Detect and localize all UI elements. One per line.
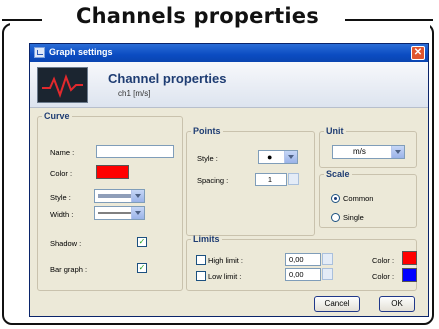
dialog-header: Channel properties ch1 [m/s]: [30, 62, 428, 108]
scale-common-label: Common: [343, 194, 374, 203]
graph-settings-icon: [34, 47, 45, 58]
high-limit-color-swatch[interactable]: [402, 251, 417, 265]
curve-legend: Curve: [44, 111, 70, 121]
scale-single-label: Single: [343, 213, 364, 222]
chevron-down-icon[interactable]: [131, 190, 144, 202]
high-limit-checkbox[interactable]: [196, 255, 206, 265]
high-limit-label: High limit :: [208, 256, 244, 265]
low-limit-color-swatch[interactable]: [402, 268, 417, 282]
shadow-checkbox[interactable]: ✓: [137, 237, 147, 247]
scale-common-radio[interactable]: [331, 194, 340, 203]
high-limit-input[interactable]: 0,00: [285, 253, 321, 266]
low-limit-color-label: Color :: [372, 272, 395, 281]
waveform-icon: [37, 67, 88, 103]
check-icon: ✓: [138, 263, 146, 272]
line-style-select[interactable]: [94, 189, 145, 203]
banner-title: Channels properties: [76, 4, 319, 28]
point-style-value: ●: [267, 152, 273, 162]
point-style-label: Style :: [197, 154, 218, 163]
ok-button[interactable]: OK: [379, 296, 415, 312]
name-label: Name :: [50, 148, 75, 157]
title-bar[interactable]: Graph settings ✕: [30, 44, 428, 62]
bar-graph-checkbox[interactable]: ✓: [137, 263, 147, 273]
unit-value: m/s: [353, 147, 366, 156]
style-label: Style :: [50, 193, 71, 202]
low-limit-input[interactable]: 0,00: [285, 268, 321, 281]
low-limit-checkbox[interactable]: [196, 271, 206, 281]
bar-graph-label: Bar graph :: [50, 265, 88, 274]
spacing-label: Spacing :: [197, 176, 229, 185]
width-label: Width :: [50, 210, 74, 219]
graph-settings-dialog: Graph settings ✕ Channel properties ch1 …: [29, 43, 429, 317]
limits-legend: Limits: [193, 234, 220, 244]
point-style-select[interactable]: ●: [258, 150, 298, 164]
low-limit-spinner[interactable]: [322, 268, 333, 280]
close-icon: ✕: [413, 47, 423, 58]
close-button[interactable]: ✕: [411, 46, 425, 60]
unit-legend: Unit: [326, 126, 344, 136]
cancel-button[interactable]: Cancel: [314, 296, 360, 312]
banner-line-right: [345, 19, 433, 21]
spacing-input[interactable]: 1: [255, 173, 287, 186]
curve-color-swatch[interactable]: [96, 165, 129, 179]
high-limit-spinner[interactable]: [322, 253, 333, 265]
line-width-select[interactable]: [94, 206, 145, 220]
low-limit-label: Low limit :: [208, 272, 242, 281]
name-input[interactable]: [96, 145, 174, 158]
color-label: Color :: [50, 169, 73, 178]
line-style-preview: [98, 194, 133, 198]
points-legend: Points: [193, 126, 221, 136]
banner-line-left: [2, 19, 42, 21]
line-width-preview: [98, 212, 133, 214]
header-title: Channel properties: [108, 71, 227, 86]
shadow-label: Shadow :: [50, 239, 82, 248]
spacing-spinner[interactable]: [288, 173, 299, 185]
unit-select[interactable]: m/s: [332, 145, 405, 159]
header-subtitle: ch1 [m/s]: [118, 89, 151, 98]
window-title: Graph settings: [49, 47, 113, 57]
scale-legend: Scale: [326, 169, 350, 179]
chevron-down-icon[interactable]: [391, 146, 404, 158]
scale-single-radio[interactable]: [331, 213, 340, 222]
chevron-down-icon[interactable]: [284, 151, 297, 163]
high-limit-color-label: Color :: [372, 256, 395, 265]
chevron-down-icon[interactable]: [131, 207, 144, 219]
check-icon: ✓: [138, 237, 146, 246]
